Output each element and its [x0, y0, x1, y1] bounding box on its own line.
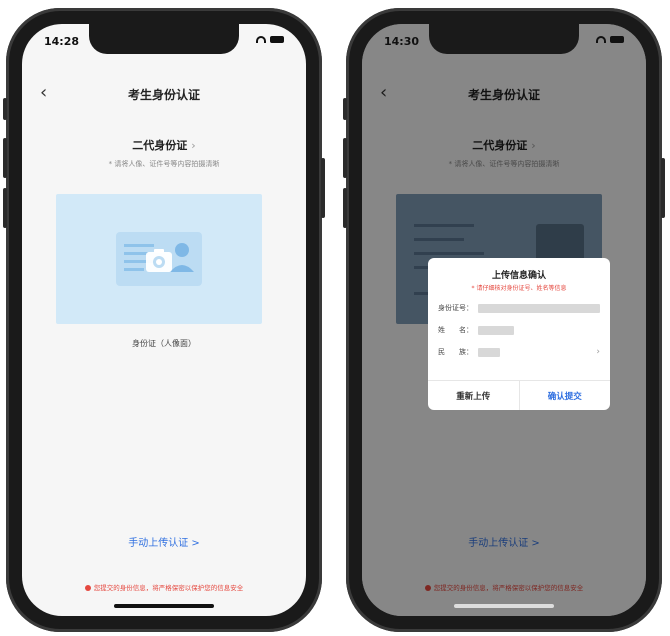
notch	[89, 24, 239, 54]
confirm-submit-button[interactable]: 确认提交	[520, 381, 611, 410]
status-icons	[596, 36, 624, 43]
screen-confirm-info: 14:30 ‹ 考生身份认证 二代身份证 › * 请将人像、证件号等内容拍摄清晰 …	[362, 24, 646, 616]
page-title: 考生身份认证	[127, 88, 200, 102]
field-label: 身份证号：	[438, 304, 473, 312]
privacy-note-text: 您提交的身份信息，将严格保密以保护您的信息安全	[93, 584, 244, 592]
screen-id-capture: 14:28 ‹ 考生身份认证 二代身份证› * 请将人像、证件号等内容拍摄清晰	[22, 24, 306, 616]
upload-confirm-dialog: 上传信息确认 * 请仔细核对身份证号、姓名等信息 身份证号： 姓 名： 民 族：…	[428, 258, 610, 410]
redacted-value	[478, 347, 500, 357]
home-indicator	[114, 604, 214, 608]
battery-icon	[610, 36, 624, 43]
redacted-value	[478, 325, 514, 335]
shield-icon	[84, 585, 91, 591]
id-card-capture-area[interactable]	[56, 194, 262, 324]
field-label: 民 族：	[438, 348, 473, 356]
phone-frame-right: 14:30 ‹ 考生身份认证 二代身份证 › * 请将人像、证件号等内容拍摄清晰 …	[343, 8, 665, 632]
wifi-icon	[256, 36, 266, 43]
id-card-placeholder-icon	[116, 232, 202, 286]
reupload-button[interactable]: 重新上传	[428, 381, 520, 410]
dialog-title: 上传信息确认	[491, 271, 546, 281]
dialog-actions: 重新上传 确认提交	[428, 381, 610, 410]
redacted-value	[478, 303, 600, 313]
status-time: 14:28	[44, 35, 80, 48]
home-indicator	[454, 604, 554, 608]
status-icons	[256, 36, 284, 43]
mute-switch	[343, 98, 347, 120]
privacy-note: 您提交的身份信息，将严格保密以保护您的信息安全	[22, 582, 306, 592]
volume-down-button	[343, 188, 347, 228]
power-button	[321, 158, 325, 218]
chevron-right-icon: ›	[191, 139, 196, 152]
id-type-label: 二代身份证	[132, 139, 188, 152]
mute-switch	[3, 98, 7, 120]
dialog-warning: * 请仔细核对身份证号、姓名等信息	[471, 285, 567, 292]
volume-down-button	[3, 188, 7, 228]
field-ethnicity[interactable]: 民 族： ›	[438, 346, 600, 358]
power-button	[661, 158, 665, 218]
phone-frame-left: 14:28 ‹ 考生身份认证 二代身份证› * 请将人像、证件号等内容拍摄清晰	[3, 8, 325, 632]
wifi-icon	[596, 36, 606, 43]
id-type-selector[interactable]: 二代身份证 ›	[22, 137, 306, 153]
notch	[429, 24, 579, 54]
chevron-right-icon: ›	[596, 347, 600, 357]
field-id-number: 身份证号：	[438, 302, 600, 314]
volume-up-button	[343, 138, 347, 178]
card-caption: 身份证（人像面）	[132, 339, 196, 348]
field-label: 姓 名：	[438, 326, 473, 334]
manual-upload-link[interactable]: 手动上传认证 >	[22, 534, 306, 549]
capture-hint: * 请将人像、证件号等内容拍摄清晰	[108, 160, 220, 168]
field-name: 姓 名：	[438, 324, 600, 336]
battery-icon	[270, 36, 284, 43]
status-time: 14:30	[384, 35, 420, 48]
volume-up-button	[3, 138, 7, 178]
